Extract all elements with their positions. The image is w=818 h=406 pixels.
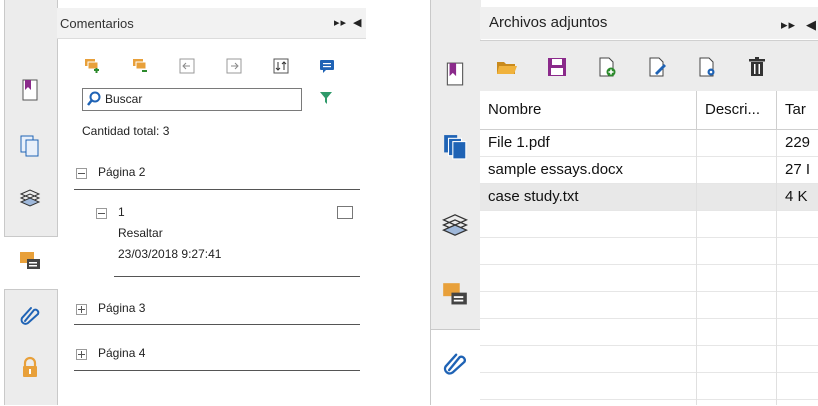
edit-file-icon[interactable]: [646, 57, 668, 77]
attachments-panel-header: Archivos adjuntos ▸▸ ◀: [480, 7, 818, 39]
collapse-all-icon[interactable]: [132, 58, 148, 74]
delete-icon[interactable]: [746, 57, 768, 77]
right-side-rail: [430, 0, 481, 406]
search-placeholder: Buscar: [105, 92, 143, 106]
previous-page-icon[interactable]: [179, 58, 195, 74]
attachments-table: Nombre Descri... Tar File 1.pdf 229 samp…: [480, 91, 818, 405]
table-row-selected[interactable]: case study.txt 4 K: [480, 184, 818, 211]
comment-type: Resaltar: [118, 226, 163, 240]
empty-row: [480, 265, 818, 292]
pages-icon[interactable]: [19, 135, 41, 157]
group-divider: [74, 370, 360, 371]
table-row[interactable]: sample essays.docx 27 I: [480, 157, 818, 184]
file-size: 4 K: [785, 188, 808, 205]
table-row[interactable]: File 1.pdf 229: [480, 130, 818, 157]
sort-icon[interactable]: [273, 58, 289, 74]
pages-icon[interactable]: [443, 134, 467, 160]
comment-date: 23/03/2018 9:27:41: [118, 247, 222, 261]
search-input[interactable]: Buscar: [82, 88, 302, 111]
file-settings-icon[interactable]: [696, 57, 718, 77]
bookmark-icon[interactable]: [443, 62, 467, 86]
lock-icon[interactable]: [19, 356, 41, 378]
attachments-toolbar: [480, 40, 818, 91]
attachments-panel-title: Archivos adjuntos: [489, 14, 608, 31]
group-label-page-3[interactable]: Página 3: [98, 301, 145, 315]
file-size: 27 I: [785, 161, 811, 178]
column-divider: [776, 130, 777, 405]
attachments-icon[interactable]: [442, 350, 468, 376]
file-name: File 1.pdf: [488, 134, 550, 151]
empty-row: [480, 319, 818, 346]
collapse-panel-icon[interactable]: ◀: [353, 16, 362, 29]
empty-row: [480, 346, 818, 373]
file-name: sample essays.docx: [488, 161, 624, 178]
group-label-page-4[interactable]: Página 4: [98, 346, 145, 360]
column-header-size[interactable]: Tar: [777, 91, 818, 130]
column-header-description[interactable]: Descri...: [697, 91, 777, 130]
layers-icon[interactable]: [441, 211, 469, 239]
add-file-icon[interactable]: [596, 57, 618, 77]
group-label-page-2[interactable]: Página 2: [98, 165, 145, 179]
comments-panel-title: Comentarios: [60, 16, 134, 31]
group-divider: [74, 189, 360, 190]
collapse-panel-icon[interactable]: ◀: [806, 17, 817, 33]
expand-toggle-page-4[interactable]: [76, 349, 87, 360]
open-folder-icon[interactable]: [496, 57, 518, 77]
comment-divider: [114, 276, 360, 277]
empty-row: [480, 373, 818, 400]
comment-number[interactable]: 1: [118, 205, 125, 219]
comments-panel-window: Comentarios ▸▸ ◀ Buscar Cantidad total: …: [0, 0, 366, 405]
pin-panel-icon[interactable]: ▸▸: [781, 17, 796, 33]
next-page-icon[interactable]: [226, 58, 242, 74]
expand-all-icon[interactable]: [84, 58, 100, 74]
comments-icon[interactable]: [19, 250, 41, 272]
empty-row: [480, 238, 818, 265]
search-icon: [87, 91, 101, 106]
filter-icon[interactable]: [319, 91, 333, 105]
comments-icon[interactable]: [442, 282, 468, 308]
empty-row: [480, 292, 818, 319]
comment-checkbox[interactable]: [337, 206, 353, 219]
left-side-rail: [4, 0, 58, 405]
group-divider: [74, 324, 360, 325]
bookmark-icon[interactable]: [19, 79, 41, 101]
attachments-panel-window: Archivos adjuntos ▸▸ ◀ Nombre Descri... …: [430, 0, 818, 406]
column-divider: [696, 130, 697, 405]
expand-toggle-page-3[interactable]: [76, 304, 87, 315]
total-count: Cantidad total: 3: [82, 124, 170, 138]
attachments-icon[interactable]: [19, 304, 41, 326]
comments-panel-header: Comentarios ▸▸ ◀: [57, 8, 366, 39]
save-icon[interactable]: [546, 57, 568, 77]
empty-row: [480, 211, 818, 238]
column-header-name[interactable]: Nombre: [480, 91, 697, 130]
layers-icon[interactable]: [19, 186, 41, 208]
file-name: case study.txt: [488, 188, 579, 205]
file-size: 229: [785, 134, 811, 151]
pin-panel-icon[interactable]: ▸▸: [334, 16, 347, 29]
add-comment-icon[interactable]: [319, 58, 335, 74]
collapse-toggle-page-2[interactable]: [76, 168, 87, 179]
collapse-toggle-comment-1[interactable]: [96, 208, 107, 219]
